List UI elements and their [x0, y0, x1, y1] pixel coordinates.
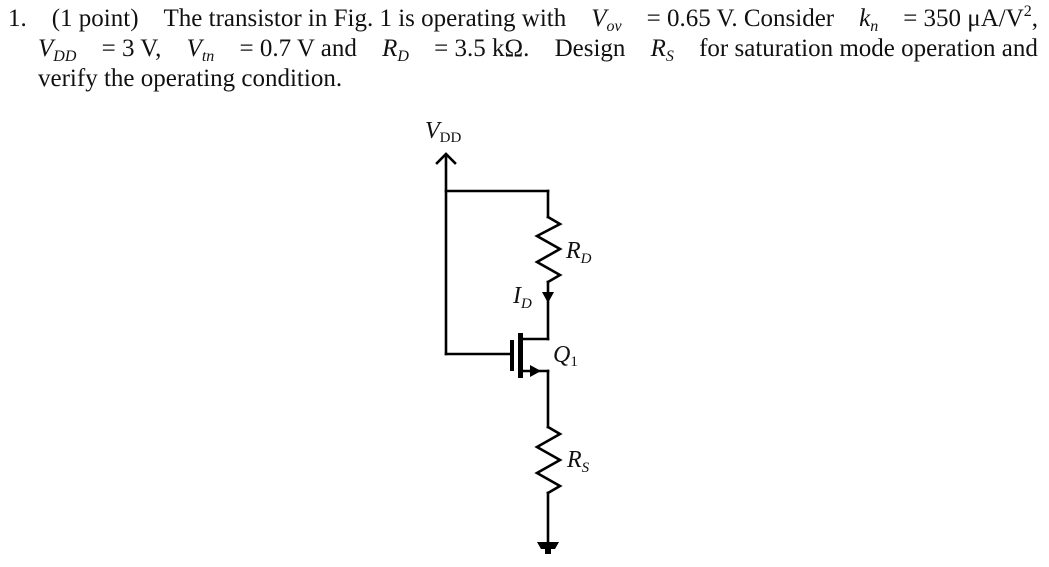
rd-label: RD [565, 238, 592, 267]
channel-bar-icon [518, 333, 523, 378]
rs-resistor-icon [534, 425, 563, 495]
ground-stem [545, 548, 551, 554]
current-arrow-icon [542, 292, 554, 303]
id-label: ID [512, 283, 532, 312]
rs-label: RS [566, 447, 590, 476]
vdd-label: VDD [425, 118, 462, 146]
gate-plate-icon [510, 340, 514, 371]
ground-icon [537, 542, 559, 549]
rd-resistor-icon [534, 215, 563, 284]
circuit-diagram: VDD RD ID Q1 RS [425, 118, 592, 554]
source-arrow-icon [530, 365, 541, 377]
q1-label: Q1 [553, 342, 578, 370]
